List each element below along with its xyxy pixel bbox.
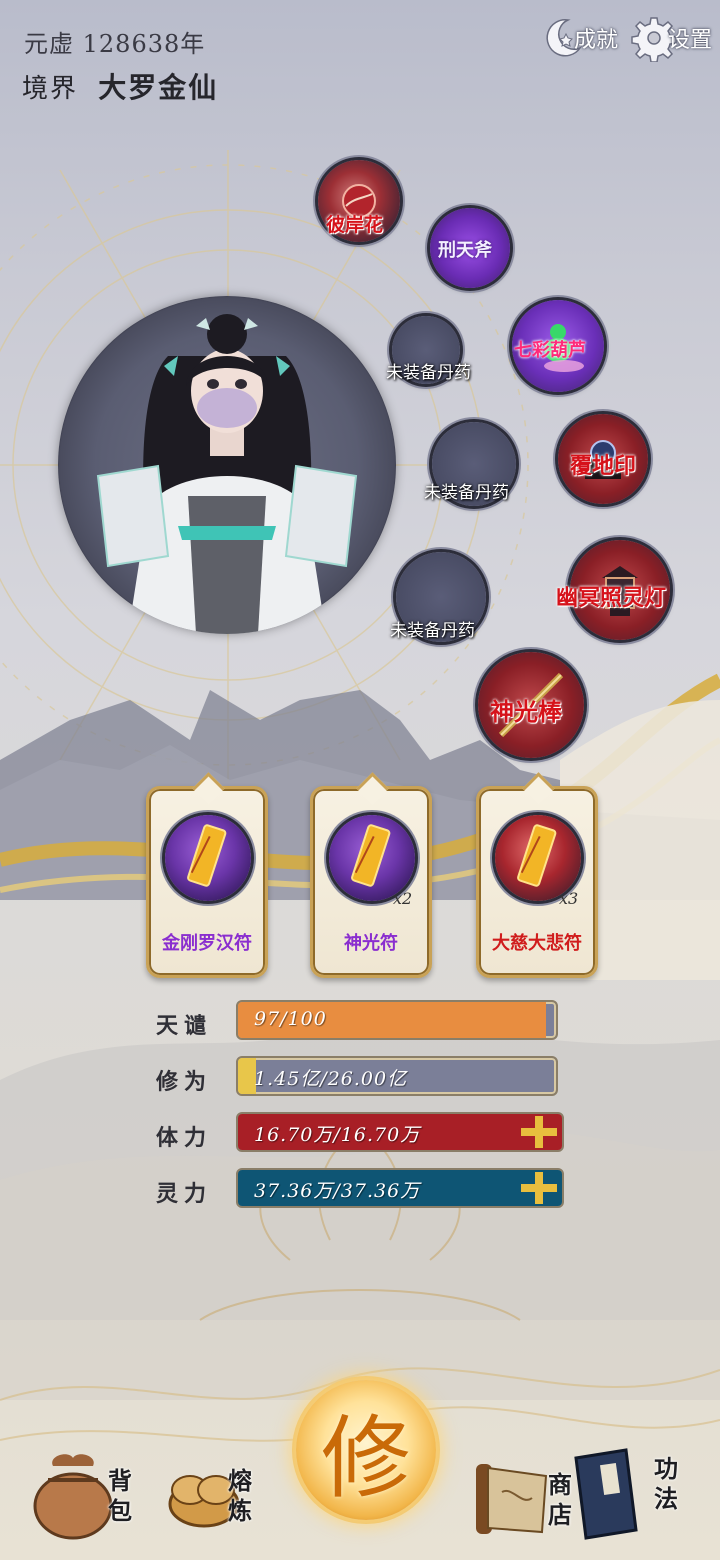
bag-button[interactable]: 背包: [28, 1446, 158, 1546]
flower-icon: [342, 184, 376, 218]
pill-slot-label: 未装备丹药: [386, 363, 471, 383]
bag-label: 背包: [108, 1466, 132, 1525]
bar-text: 1.45亿/26.00亿: [254, 1068, 408, 1090]
realm-label: 境界: [22, 74, 79, 104]
year-label: 元虚: [24, 30, 74, 58]
equip-slot-fudiyin[interactable]: 覆地印: [558, 414, 648, 504]
bag-icon: [33, 1454, 113, 1540]
settings-label: 设置: [668, 28, 713, 53]
skills-label: 功法: [654, 1454, 678, 1513]
talisman-name: 金刚罗汉符: [162, 933, 252, 954]
talisman-name: 大慈大悲符: [492, 933, 582, 954]
year-counter: 元虚 128638年: [24, 24, 205, 59]
bar-text: 16.70万/16.70万: [254, 1124, 421, 1146]
tili-bar: 16.70万/16.70万: [236, 1112, 564, 1152]
gourd-icon: [544, 324, 584, 372]
realm-value: 大罗金仙: [98, 71, 219, 104]
scroll-icon: [476, 1464, 548, 1534]
pill-slot-3[interactable]: 未装备丹药: [390, 552, 486, 642]
achievement-button[interactable]: 成就: [538, 10, 618, 66]
plus-icon: [521, 1116, 557, 1148]
add-tili-button[interactable]: [514, 1114, 562, 1150]
equip-label: 刑天斧: [438, 240, 492, 261]
tianqian-bar: 97/100: [236, 1000, 558, 1040]
achievement-label: 成就: [574, 28, 619, 53]
stat-label-xiuwei: 修为: [156, 1069, 213, 1095]
stat-label-tili: 体力: [156, 1125, 213, 1151]
settings-button[interactable]: 设置: [630, 10, 712, 66]
skills-button[interactable]: 功法: [572, 1446, 702, 1546]
cultivate-button[interactable]: 修: [296, 1380, 436, 1520]
lantern-icon: [602, 566, 638, 616]
talisman-icon: [165, 815, 251, 901]
stat-label-lingli: 灵力: [156, 1181, 213, 1207]
talisman-card-3[interactable]: x3 大慈大悲符: [476, 786, 598, 978]
character-image: [96, 314, 358, 634]
book-icon: [574, 1448, 638, 1540]
smelt-button[interactable]: 熔炼: [160, 1446, 290, 1546]
talisman-count: x2: [393, 889, 413, 908]
pill-slot-2[interactable]: 未装备丹药: [424, 422, 516, 506]
talisman-card-1[interactable]: 金刚罗汉符: [146, 786, 268, 978]
stat-label-tianqian: 天谴: [156, 1013, 213, 1039]
talisman-card-2[interactable]: x2 神光符: [310, 786, 432, 978]
pill-slot-label: 未装备丹药: [424, 483, 509, 503]
bar-text: 97/100: [254, 1008, 327, 1030]
staff-icon: [498, 672, 564, 738]
equip-slot-qicaihulu[interactable]: 七彩葫芦: [512, 300, 604, 392]
lingli-bar: 37.36万/37.36万: [236, 1168, 564, 1208]
xiuwei-bar: 1.45亿/26.00亿: [236, 1056, 558, 1096]
bar-text: 37.36万/37.36万: [254, 1180, 421, 1202]
pill-slot-label: 未装备丹药: [390, 621, 475, 641]
equip-slot-shenguangbang[interactable]: 神光棒: [478, 652, 584, 758]
pill-slot-1[interactable]: 未装备丹药: [386, 316, 471, 384]
plus-icon: [521, 1172, 557, 1204]
talisman-count: x3: [559, 889, 579, 908]
seal-icon: [585, 440, 621, 479]
year-value: 128638年: [82, 30, 206, 58]
add-lingli-button[interactable]: [514, 1170, 562, 1206]
cultivate-glyph: 修: [321, 1406, 411, 1511]
equip-slot-xingtianfu[interactable]: 刑天斧: [430, 208, 510, 288]
realm-display: 境界 大罗金仙: [22, 66, 218, 106]
smelt-label: 熔炼: [228, 1466, 252, 1525]
equip-slot-bianhua[interactable]: 彼岸花: [318, 160, 400, 242]
talisman-name: 神光符: [344, 933, 398, 954]
equip-slot-youmingzhaolingdeng[interactable]: 幽冥照灵灯: [556, 540, 670, 640]
shop-label: 商店: [548, 1470, 572, 1529]
character-portrait[interactable]: [58, 296, 396, 634]
